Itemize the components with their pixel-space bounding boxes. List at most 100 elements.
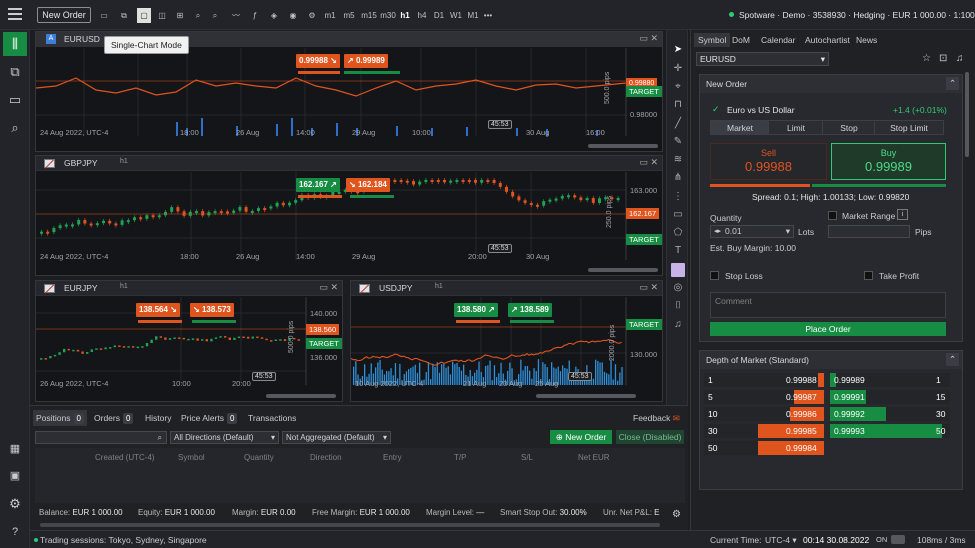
pitchfork-icon[interactable]: ⋔ (671, 171, 685, 185)
help-icon[interactable]: ? (3, 520, 27, 544)
tf-m5[interactable]: m5 (342, 8, 356, 23)
take-profit-checkbox[interactable] (864, 271, 873, 280)
line-chart-icon[interactable]: 〰 (228, 8, 244, 23)
color-swatch[interactable] (671, 263, 685, 277)
eraser-icon[interactable]: ◎ (671, 281, 685, 295)
zoom-in-icon[interactable]: ⌕ (191, 8, 205, 23)
new-order-small-button[interactable]: ⊕ New Order (550, 430, 612, 444)
col-symbol[interactable]: Symbol (178, 453, 205, 462)
tf-h1[interactable]: h1 (398, 8, 412, 23)
tab-dom[interactable]: DoM (728, 33, 754, 47)
buy-button[interactable]: Buy 0.99989 (831, 143, 946, 180)
more-icon[interactable]: ••• (481, 8, 495, 23)
h-scrollbar[interactable] (536, 394, 636, 398)
tab-history[interactable]: History (142, 410, 174, 426)
channel-icon[interactable]: ⋮ (671, 190, 685, 204)
col-sl[interactable]: S/L (521, 453, 533, 462)
v-scrollbar[interactable] (965, 72, 969, 157)
rectangle-icon[interactable]: ▭ (671, 208, 685, 222)
order-type-limit[interactable]: Limit (768, 120, 824, 135)
sell-price-box[interactable]: 162.167 ↗ (296, 178, 340, 192)
buy-price-box[interactable]: ↘ 138.573 (190, 303, 234, 317)
shape-icon[interactable]: ⬠ (671, 226, 685, 240)
tab-calendar[interactable]: Calendar (757, 33, 800, 47)
timezone-select[interactable]: UTC-4 ▾ (765, 535, 797, 546)
feedback-button[interactable]: Feedback ✉ (630, 410, 683, 426)
buy-price-box[interactable]: ↗ 138.589 (508, 303, 552, 317)
tab-positions[interactable]: Positions 0 (33, 410, 87, 426)
pips-field[interactable] (828, 225, 910, 238)
gear-icon[interactable]: ⚙ (3, 492, 27, 516)
sell-price-box[interactable]: 138.580 ↗ (454, 303, 498, 317)
collapse-icon[interactable]: ⌃ (946, 77, 959, 90)
measure-icon[interactable]: ⊓ (671, 98, 685, 112)
eye-icon[interactable]: ◉ (286, 8, 300, 23)
close-disabled-button[interactable]: Close (Disabled) (616, 430, 684, 444)
bell-icon[interactable]: ♫ (671, 318, 685, 332)
maximize-close-icons[interactable]: ▭ ✕ (639, 157, 658, 168)
col-direction[interactable]: Direction (310, 453, 342, 462)
maximize-close-icons[interactable]: ▭ ✕ (639, 282, 658, 293)
wallet-icon[interactable]: ▣ (3, 464, 27, 488)
col-tp[interactable]: T/P (454, 453, 466, 462)
buy-price-box[interactable]: ↗ 0.99989 (344, 54, 388, 68)
toggle-switch[interactable] (891, 535, 905, 544)
tab-news[interactable]: News (852, 33, 881, 47)
sell-price-box[interactable]: 0.99988 ↘ (296, 54, 340, 68)
trendline-icon[interactable]: ╱ (671, 117, 685, 131)
col-entry[interactable]: Entry (383, 453, 402, 462)
zoom-out-icon[interactable]: ⌕ (208, 8, 222, 23)
buy-price-box[interactable]: ↘ 162.184 (346, 178, 390, 192)
new-order-button[interactable]: New Order (37, 7, 91, 23)
a-icon[interactable]: A (46, 34, 56, 44)
pencil-icon[interactable]: ✎ (671, 135, 685, 149)
layers-icon[interactable]: ◈ (267, 8, 281, 23)
chart-icon[interactable]: ⊡ (939, 53, 947, 64)
collapse-icon[interactable]: ⌃ (946, 353, 959, 366)
single-chart-icon[interactable]: ▢ (137, 8, 151, 23)
chart-eurjpy[interactable]: EURJPY h1 ▭ ✕ 138.564 ↘ ↘ 138.573 140.00… (35, 280, 343, 402)
direction-filter[interactable]: All Directions (Default) ▾ (170, 431, 279, 444)
chart-symbol[interactable]: GBPJPY (64, 158, 98, 168)
chart-screen-icon[interactable]: ▭ (97, 8, 111, 23)
tf-h4[interactable]: h4 (415, 8, 429, 23)
tf-m30[interactable]: m30 (380, 8, 396, 23)
maximize-close-icons[interactable]: ▭ ✕ (639, 33, 658, 44)
chart-gbpjpy[interactable]: GBPJPY h1 ▭ ✕ 162.167 ↗ ↘ 162.184 163.00… (35, 155, 663, 276)
dom-row[interactable]: 1 0.99988 0.99989 1 (704, 373, 960, 387)
place-order-button[interactable]: Place Order (710, 322, 946, 336)
tab-price-alerts[interactable]: Price Alerts 0 (178, 410, 240, 426)
chart-symbol[interactable]: EURJPY (64, 283, 98, 293)
quantity-stepper[interactable]: ◂▸ 0.01 ▾ (710, 225, 794, 238)
text-icon[interactable]: T (671, 244, 685, 258)
h-scrollbar[interactable] (266, 394, 336, 398)
dom-row[interactable]: 5 0.99987 0.99991 15 (704, 390, 960, 404)
tf-mn1[interactable]: M1 (466, 8, 480, 23)
crosshair-icon[interactable]: ✛ (671, 62, 685, 76)
tab-symbol[interactable]: Symbol (694, 33, 731, 47)
dom-row[interactable]: 30 0.99985 0.99993 50 (704, 424, 960, 438)
h-scrollbar[interactable] (588, 268, 658, 272)
tf-d1[interactable]: D1 (432, 8, 446, 23)
split-vertical-icon[interactable]: ◫ (155, 8, 169, 23)
account-info[interactable]: Spotware · Demo · 3538930 · Hedging · EU… (739, 10, 975, 20)
automate-icon[interactable]: ▭ (3, 88, 27, 112)
panel-settings-icon[interactable]: ⚙ (672, 509, 681, 520)
chart-symbol[interactable]: EURUSD (64, 34, 100, 44)
order-type-stop[interactable]: Stop (822, 120, 876, 135)
symbol-select[interactable]: EURUSD ▾ (696, 52, 829, 66)
tf-m1[interactable]: m1 (323, 8, 337, 23)
order-type-market[interactable]: Market (710, 120, 770, 135)
trade-icon[interactable]: ⫼ (3, 32, 27, 56)
h-scrollbar[interactable] (40, 523, 660, 527)
settings-icon[interactable]: ⚙ (305, 8, 319, 23)
tf-w1[interactable]: W1 (449, 8, 463, 23)
chart-symbol[interactable]: USDJPY (379, 283, 413, 293)
detach-icon[interactable]: ⧉ (117, 8, 131, 23)
copy-icon[interactable]: ⧉ (3, 60, 27, 84)
sell-price-box[interactable]: 138.564 ↘ (136, 303, 180, 317)
camera-icon[interactable]: ⌷ (671, 299, 685, 313)
indicator-icon[interactable]: ƒ (248, 8, 262, 23)
tab-orders[interactable]: Orders 0 (91, 410, 136, 426)
search-field[interactable]: ⌕ (35, 431, 167, 444)
